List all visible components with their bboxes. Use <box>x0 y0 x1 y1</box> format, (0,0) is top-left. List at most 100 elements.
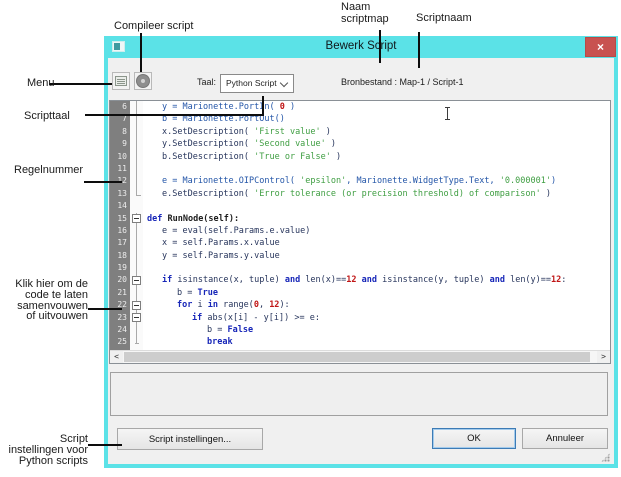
annotation-compile-script: Compileer script <box>114 20 193 32</box>
fold-marker <box>130 151 143 163</box>
editor-lines[interactable]: 6y = Marionette.PortIn( 0 )7b = Marionet… <box>110 101 610 350</box>
code-line[interactable]: 13e.SetDescription( 'Error tolerance (or… <box>110 188 610 200</box>
fold-toggle-icon[interactable] <box>130 312 143 324</box>
language-label: Taal: <box>166 77 216 87</box>
code-text: def RunNode(self): <box>143 213 239 225</box>
code-line[interactable]: 16 e = eval(self.Params.e.value) <box>110 225 610 237</box>
scroll-right-arrow[interactable]: > <box>597 351 610 363</box>
line-number: 16 <box>110 225 130 237</box>
line-number: 8 <box>110 126 130 138</box>
code-line[interactable]: 20 if isinstance(x, tuple) and len(x)==12… <box>110 274 610 286</box>
fold-marker <box>130 200 143 212</box>
code-line[interactable]: 12e = Marionette.OIPControl( 'epsilon', … <box>110 175 610 187</box>
code-line[interactable]: 10b.SetDescription( 'True or False' ) <box>110 151 610 163</box>
callout-line-line-number <box>84 181 122 183</box>
callout-line-language-horizontal <box>85 114 264 116</box>
code-text: break <box>143 336 233 348</box>
code-line[interactable]: 14 <box>110 200 610 212</box>
bewerk-script-dialog: Bewerk Script × Taal: Python Script Bron… <box>104 36 618 468</box>
line-number: 25 <box>110 336 130 348</box>
language-dropdown-value: Python Script <box>226 78 277 88</box>
fold-marker <box>130 175 143 187</box>
cancel-button[interactable]: Annuleer <box>522 428 608 449</box>
output-panel <box>110 372 608 416</box>
source-file-label: Bronbestand : Map-1 / Script-1 <box>341 77 464 87</box>
callout-line-script-name <box>418 32 420 68</box>
code-text: y.SetDescription( 'Second value' ) <box>143 138 336 150</box>
code-text: y = Marionette.PortIn( 0 ) <box>143 101 295 113</box>
annotation-settings-hint-line2: instellingen voor <box>0 445 88 456</box>
code-text: b.SetDescription( 'True or False' ) <box>143 151 341 163</box>
code-line[interactable]: 18 y = self.Params.y.value <box>110 250 610 262</box>
line-number: 20 <box>110 274 130 286</box>
script-settings-button[interactable]: Script instellingen... <box>117 428 263 450</box>
annotation-script-language: Scripttaal <box>24 110 70 122</box>
fold-marker <box>130 126 143 138</box>
annotation-script-name: Scriptnaam <box>416 12 472 24</box>
ok-button[interactable]: OK <box>432 428 516 449</box>
code-text: y = self.Params.y.value <box>143 250 280 262</box>
fold-marker <box>130 188 143 200</box>
line-number: 11 <box>110 163 130 175</box>
line-number: 18 <box>110 250 130 262</box>
fold-marker <box>130 101 143 113</box>
code-text: x.SetDescription( 'First value' ) <box>143 126 331 138</box>
code-line[interactable]: 11 <box>110 163 610 175</box>
annotation-folder-name-line1: Naam <box>341 1 389 13</box>
fold-marker <box>130 237 143 249</box>
code-editor[interactable]: 6y = Marionette.PortIn( 0 )7b = Marionet… <box>109 100 611 364</box>
fold-marker <box>130 262 143 274</box>
close-button[interactable]: × <box>585 37 616 57</box>
annotation-line-number: Regelnummer <box>14 164 83 176</box>
code-line[interactable]: 22for i in range(0, 12): <box>110 299 610 311</box>
code-line[interactable]: 21b = True <box>110 287 610 299</box>
annotation-settings-hint: Script instellingen voor Python scripts <box>0 434 88 466</box>
fold-toggle-icon[interactable] <box>130 299 143 311</box>
code-line[interactable]: 19 <box>110 262 610 274</box>
code-line[interactable]: 15 def RunNode(self): <box>110 213 610 225</box>
text-cursor-pointer <box>444 107 451 120</box>
dialog-title: Bewerk Script <box>104 40 618 52</box>
fold-marker <box>130 138 143 150</box>
callout-line-fold <box>88 308 122 310</box>
fold-marker <box>130 287 143 299</box>
language-dropdown[interactable]: Python Script <box>220 74 294 93</box>
line-number: 15 <box>110 213 130 225</box>
code-text: for i in range(0, 12): <box>143 299 290 311</box>
callout-line-compile <box>140 33 142 72</box>
compile-script-button[interactable] <box>134 72 152 90</box>
code-line[interactable]: 9y.SetDescription( 'Second value' ) <box>110 138 610 150</box>
fold-marker <box>130 250 143 262</box>
code-text <box>143 200 147 212</box>
scroll-left-arrow[interactable]: < <box>110 351 123 363</box>
code-text: e = eval(self.Params.e.value) <box>143 225 310 237</box>
fold-marker <box>130 324 143 336</box>
code-text: e = Marionette.OIPControl( 'epsilon', Ma… <box>143 175 556 187</box>
code-line[interactable]: 8 x.SetDescription( 'First value' ) <box>110 126 610 138</box>
horizontal-scrollbar[interactable]: < > <box>110 350 610 363</box>
code-line[interactable]: 23if abs(x[i] - y[i]) >= e: <box>110 312 610 324</box>
code-text: if abs(x[i] - y[i]) >= e: <box>143 312 320 324</box>
code-text: if isinstance(x, tuple) and len(x)==12 a… <box>143 274 566 286</box>
code-line[interactable]: 17 x = self.Params.x.value <box>110 237 610 249</box>
resize-grip[interactable] <box>601 453 610 462</box>
line-number: 6 <box>110 101 130 113</box>
annotation-fold-hint: Klik hier om de code te laten samenvouwe… <box>4 279 88 322</box>
code-text: b = True <box>143 287 218 299</box>
scrollbar-thumb[interactable] <box>124 352 590 362</box>
menu-button[interactable] <box>112 72 130 90</box>
menu-icon <box>115 76 127 86</box>
fold-marker <box>130 225 143 237</box>
annotation-folder-name-line2: scriptmap <box>341 13 389 25</box>
dialog-body: Taal: Python Script Bronbestand : Map-1 … <box>108 58 614 464</box>
line-number: 17 <box>110 237 130 249</box>
fold-toggle-icon[interactable] <box>130 274 143 286</box>
fold-toggle-icon[interactable] <box>130 213 143 225</box>
code-line[interactable]: 25 break <box>110 336 610 348</box>
code-line[interactable]: 6 y = Marionette.PortIn( 0 ) <box>110 101 610 113</box>
code-text: x = self.Params.x.value <box>143 237 280 249</box>
annotation-fold-hint-line2: code te laten <box>4 290 88 301</box>
code-line[interactable]: 24b = False <box>110 324 610 336</box>
code-text <box>143 262 162 274</box>
titlebar[interactable]: Bewerk Script × <box>104 36 618 58</box>
